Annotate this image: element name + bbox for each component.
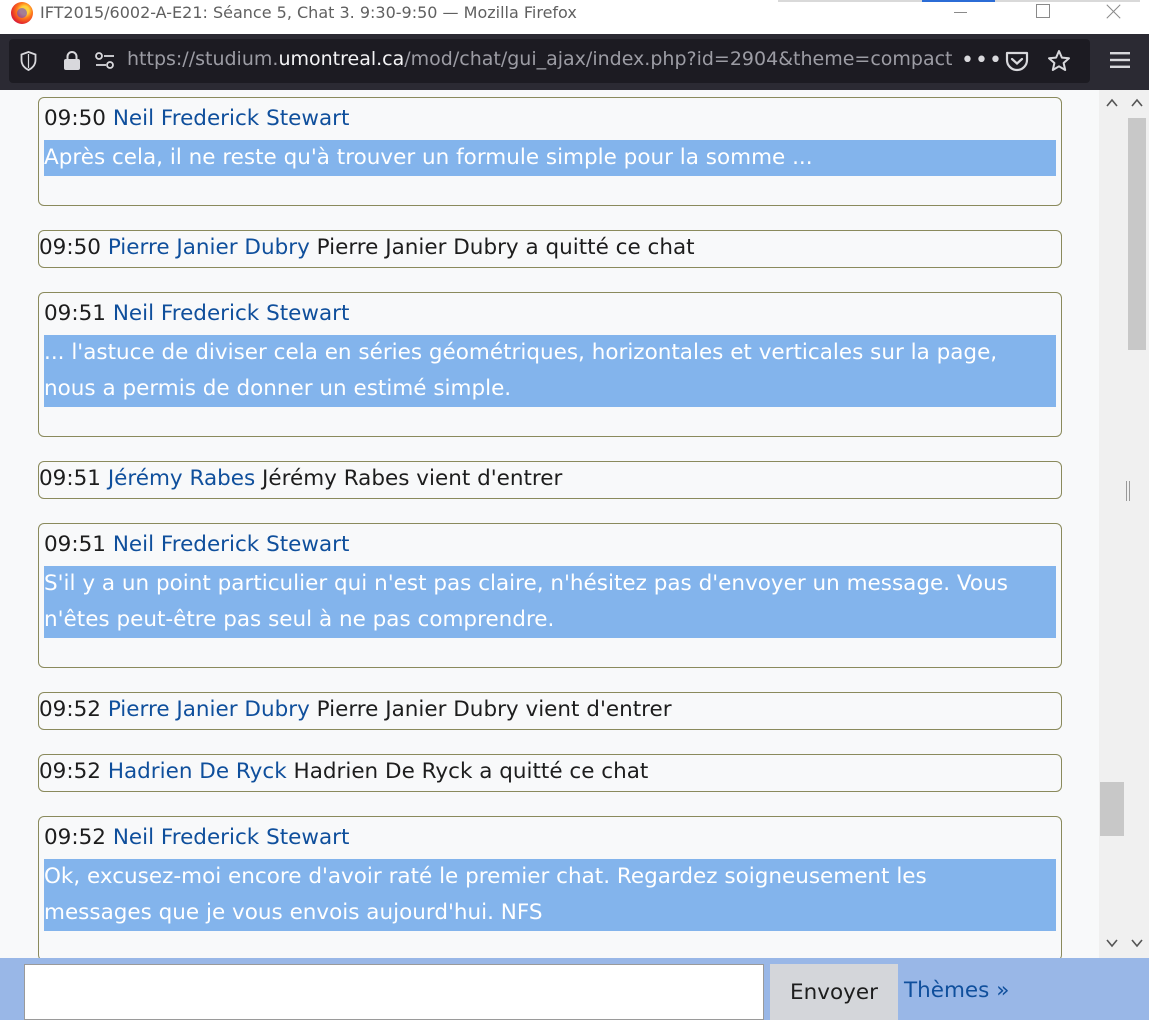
chat-message-list[interactable]: 09:50 Neil Frederick Stewart Après cela,… xyxy=(0,90,1099,958)
chat-scrollbar-thumb[interactable] xyxy=(1100,782,1124,836)
message-time: 09:52 xyxy=(39,759,101,784)
message-time: 09:51 xyxy=(44,532,106,557)
message-time: 09:52 xyxy=(39,697,101,722)
browser-toolbar: https://studium.umontreal.ca/mod/chat/gu… xyxy=(0,34,1149,90)
chat-message: 09:51 Neil Frederick Stewart S'il y a un… xyxy=(38,523,1062,668)
url-text[interactable]: https://studium.umontreal.ca/mod/chat/gu… xyxy=(127,48,953,70)
message-body-line: S'il y a un point particulier qui n'est … xyxy=(44,571,1008,596)
event-text: Pierre Janier Dubry a quitté ce chat xyxy=(316,235,695,260)
firefox-logo-icon xyxy=(11,2,33,24)
url-bar[interactable]: https://studium.umontreal.ca/mod/chat/gu… xyxy=(9,39,1090,83)
chat-message: 09:51 Neil Frederick Stewart ... l'astuc… xyxy=(38,292,1062,437)
message-header: 09:50 Neil Frederick Stewart xyxy=(44,106,349,131)
message-user-link[interactable]: Pierre Janier Dubry xyxy=(108,235,310,260)
message-user-link[interactable]: Neil Frederick Stewart xyxy=(113,106,350,131)
page-scrollbar[interactable] xyxy=(1125,90,1149,958)
send-button[interactable]: Envoyer xyxy=(770,964,898,1020)
message-body-line: Ok, excusez-moi encore d'avoir raté le p… xyxy=(44,864,927,889)
chat-scrollbar[interactable] xyxy=(1099,90,1125,958)
message-time: 09:50 xyxy=(39,235,101,260)
message-body: ... l'astuce de diviser cela en séries g… xyxy=(44,335,1056,407)
message-header: 09:52 Neil Frederick Stewart xyxy=(44,825,349,850)
event-line: 09:51 Jérémy Rabes Jérémy Rabes vient d'… xyxy=(39,466,562,491)
message-body-line: messages que je vous envois aujourd'hui.… xyxy=(44,900,543,925)
chat-system-event: 09:52 Hadrien De Ryck Hadrien De Ryck a … xyxy=(38,754,1062,792)
event-line: 09:52 Hadrien De Ryck Hadrien De Ryck a … xyxy=(39,759,648,784)
message-user-link[interactable]: Jérémy Rabes xyxy=(108,466,255,491)
message-time: 09:51 xyxy=(39,466,101,491)
minimize-button[interactable] xyxy=(932,0,988,28)
message-user-link[interactable]: Neil Frederick Stewart xyxy=(113,532,350,557)
lock-icon[interactable] xyxy=(63,51,81,71)
event-text: Pierre Janier Dubry vient d'entrer xyxy=(316,697,672,722)
message-user-link[interactable]: Neil Frederick Stewart xyxy=(113,301,350,326)
permissions-icon[interactable] xyxy=(94,51,116,71)
message-header: 09:51 Neil Frederick Stewart xyxy=(44,532,349,557)
chat-system-event: 09:51 Jérémy Rabes Jérémy Rabes vient d'… xyxy=(38,461,1062,499)
chat-system-event: 09:52 Pierre Janier Dubry Pierre Janier … xyxy=(38,692,1062,730)
chat-message-input[interactable] xyxy=(24,964,764,1020)
message-body-line: ... l'astuce de diviser cela en séries g… xyxy=(44,340,998,365)
window-title: IFT2015/6002-A-E21: Séance 5, Chat 3. 9:… xyxy=(40,3,577,22)
message-time: 09:50 xyxy=(44,106,106,131)
message-body: S'il y a un point particulier qui n'est … xyxy=(44,566,1056,638)
pocket-icon[interactable] xyxy=(1005,50,1029,72)
scroll-up-arrow-icon[interactable] xyxy=(1105,96,1119,110)
window-titlebar: IFT2015/6002-A-E21: Séance 5, Chat 3. 9:… xyxy=(0,0,1149,34)
message-user-link[interactable]: Pierre Janier Dubry xyxy=(108,697,310,722)
event-line: 09:52 Pierre Janier Dubry Pierre Janier … xyxy=(39,697,672,722)
scroll-down-arrow-icon[interactable] xyxy=(1105,936,1119,950)
themes-link[interactable]: Thèmes » xyxy=(904,978,1009,1003)
chat-system-event: 09:50 Pierre Janier Dubry Pierre Janier … xyxy=(38,230,1062,268)
message-user-link[interactable]: Hadrien De Ryck xyxy=(108,759,287,784)
chat-input-bar: Envoyer Thèmes » xyxy=(0,958,1149,1020)
chat-message: 09:50 Neil Frederick Stewart Après cela,… xyxy=(38,97,1062,206)
maximize-button[interactable] xyxy=(1015,0,1071,28)
frame-resize-grip[interactable] xyxy=(1126,481,1130,501)
message-body: Après cela, il ne reste qu'à trouver un … xyxy=(44,140,1056,176)
message-body-line: n'êtes peut-être pas seul à ne pas compr… xyxy=(44,607,555,632)
url-path: /mod/chat/gui_ajax/index.php?id=2904&the… xyxy=(404,48,953,70)
page-actions-more-icon[interactable]: ••• xyxy=(961,50,1003,72)
bookmark-star-icon[interactable] xyxy=(1047,49,1071,73)
page-scrollbar-thumb[interactable] xyxy=(1128,118,1146,350)
message-body-line: Après cela, il ne reste qu'à trouver un … xyxy=(44,145,813,170)
scroll-up-arrow-icon[interactable] xyxy=(1130,96,1144,110)
message-time: 09:51 xyxy=(44,301,106,326)
scroll-down-arrow-icon[interactable] xyxy=(1130,936,1144,950)
message-body-line: nous a permis de donner un estimé simple… xyxy=(44,376,512,401)
event-text: Jérémy Rabes vient d'entrer xyxy=(262,466,563,491)
url-domain: umontreal.ca xyxy=(278,48,405,70)
chat-message: 09:52 Neil Frederick Stewart Ok, excusez… xyxy=(38,816,1062,958)
close-window-button[interactable] xyxy=(1086,0,1142,28)
hamburger-menu-icon[interactable] xyxy=(1110,52,1130,68)
message-user-link[interactable]: Neil Frederick Stewart xyxy=(113,825,350,850)
message-header: 09:51 Neil Frederick Stewart xyxy=(44,301,349,326)
message-time: 09:52 xyxy=(44,825,106,850)
event-text: Hadrien De Ryck a quitté ce chat xyxy=(293,759,649,784)
shield-icon[interactable] xyxy=(20,51,37,71)
event-line: 09:50 Pierre Janier Dubry Pierre Janier … xyxy=(39,235,695,260)
message-body: Ok, excusez-moi encore d'avoir raté le p… xyxy=(44,859,1056,931)
url-prefix: https://studium. xyxy=(127,48,279,70)
